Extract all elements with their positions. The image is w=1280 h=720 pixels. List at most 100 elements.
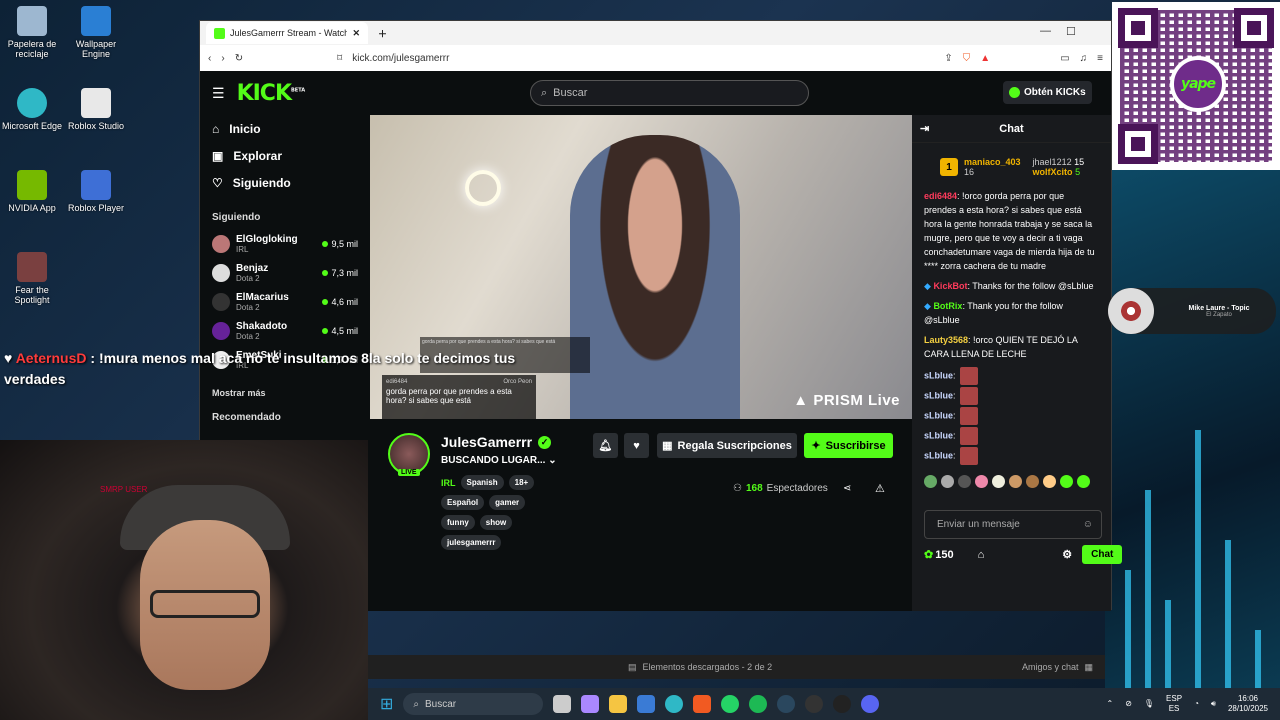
desktop-icon-roblox-studio[interactable]: Roblox Studio [64,88,128,131]
yape-logo: yape [1170,56,1226,112]
emote-icon[interactable] [1077,475,1090,488]
tag[interactable]: gamer [489,495,526,510]
maximize-icon[interactable]: ☐ [1066,25,1076,38]
collapse-chat-icon[interactable]: ⇥ [920,122,929,135]
desktop-icon-wallpaper-engine[interactable]: Wallpaper Engine [64,6,128,59]
chat-input[interactable]: Enviar un mensaje ☺ [924,510,1102,539]
xbox-icon[interactable] [805,695,824,713]
tag[interactable]: Español [441,495,485,510]
copilot-icon[interactable] [581,695,600,713]
store-icon[interactable] [637,695,656,713]
following-item[interactable]: Shakadoto Dota 2 4,5 mil [200,316,370,345]
share-icon[interactable]: ⇪ [944,53,952,64]
clock[interactable]: 16:06 28/10/2025 [1228,694,1268,714]
file-explorer-icon[interactable] [609,695,628,713]
nav-explorar[interactable]: ▣ Explorar [200,142,370,169]
desktop-icon-fear-the-spotlight[interactable]: Fear the Spotlight [0,252,64,305]
following-item[interactable]: ElMacarius Dota 2 4,6 mil [200,287,370,316]
start-icon[interactable]: ⊞ [380,694,393,714]
follow-button[interactable]: ♥ [624,433,649,458]
edge-icon[interactable] [665,695,684,713]
mic-icon[interactable]: 🎙︎ [1144,699,1154,709]
menu-icon[interactable]: ≡ [1097,53,1103,64]
nav-inicio[interactable]: ⌂ Inicio [200,115,370,142]
kick-logo[interactable]: KICKBETA [237,81,306,106]
tag[interactable]: 18+ [508,475,535,490]
steam-icon[interactable] [777,695,796,713]
desktop-icon-edge[interactable]: Microsoft Edge [0,88,64,131]
chat-message: Lauty3568: !orco QUIEN TE DEJÓ LA CARA L… [924,335,1078,359]
chat-icon[interactable]: ▦ [1084,662,1093,673]
bookmark-icon[interactable]: ⌑ [337,53,342,64]
tab-bar: JulesGamerrr Stream - Watch ✕ ＋ — ☐ [200,21,1111,45]
emote-icon[interactable] [975,475,988,488]
subscribe-button[interactable]: ✦ Suscribirse [804,433,893,458]
music-icon[interactable]: ♫ [1080,53,1088,64]
category-link[interactable]: IRL [441,478,456,488]
tag[interactable]: Spanish [460,475,504,490]
minimize-icon[interactable]: — [1040,25,1051,37]
new-tab-icon[interactable]: ＋ [378,27,387,40]
chat-message: sLblue: [924,447,1099,465]
brave-shield-icon[interactable]: ⛉ [963,53,971,64]
send-chat-button[interactable]: Chat [1082,545,1123,564]
hamburger-menu-icon[interactable]: ☰ [212,85,225,102]
desktop-icon-recycle-bin[interactable]: Papelera de reciclaje [0,6,64,59]
notifications-button[interactable]: 🔔︎ [593,433,618,458]
settings-icon[interactable]: ⚙ [1062,548,1072,561]
emote-icon[interactable] [924,475,937,488]
task-view-icon[interactable] [553,695,572,713]
tag[interactable]: show [479,515,513,530]
chat-message: sLblue: [924,387,1099,405]
emote-icon[interactable] [1026,475,1039,488]
volume-icon[interactable]: 🔊︎ [1211,699,1216,709]
rewards-icon[interactable]: ▲ [980,53,990,64]
tag[interactable]: funny [441,515,475,530]
chevron-up-icon[interactable]: ⌃ [1106,699,1113,709]
emote-icon[interactable] [1060,475,1073,488]
desktop-icon-roblox-player[interactable]: Roblox Player [64,170,128,213]
emote-icon[interactable] [1009,475,1022,488]
following-heading: Siguiendo [212,212,261,223]
prism-live-watermark: ▲ PRISM Live [793,392,900,409]
address-bar: ‹ › ↻ ⌑ kick.com/julesgamerrr ⇪ ⛉ ▲ ▭ ♫ … [200,45,1111,71]
search-icon: ⌕ [413,698,420,710]
following-item[interactable]: ElGlogloking IRL 9,5 mil [200,229,370,258]
gift-subs-button[interactable]: ▦ Regala Suscripciones [657,433,797,458]
chat-message: sLblue: [924,367,1099,385]
chevron-down-icon[interactable]: ⌄ [548,455,556,466]
get-kicks-button[interactable]: Obtén KICKs [1003,81,1092,104]
url-field[interactable]: kick.com/julesgamerrr [352,53,934,64]
obs-icon[interactable] [833,695,852,713]
emoji-icon[interactable]: ☺ [1083,519,1093,530]
store-icon[interactable]: ⌂ [978,549,985,561]
brave-icon[interactable] [693,695,712,713]
emote-icon[interactable] [992,475,1005,488]
report-icon[interactable]: ⚠ [875,482,885,495]
emote-icon[interactable] [941,475,954,488]
sidebar-icon[interactable]: ▭ [1060,53,1069,64]
nav-siguiendo[interactable]: ♡ Siguiendo [200,169,370,196]
wifi-icon[interactable]: ◔ [1194,699,1199,709]
search-input[interactable]: ⌕ Buscar [530,80,809,106]
reload-icon[interactable]: ↻ [235,53,243,64]
browser-tab[interactable]: JulesGamerrr Stream - Watch ✕ [206,22,368,44]
whatsapp-icon[interactable] [721,695,740,713]
forward-icon[interactable]: › [221,53,224,64]
language-indicator[interactable]: ESP ES [1166,694,1182,714]
spotify-icon[interactable] [749,695,768,713]
share-icon[interactable]: ⋖ [843,483,851,494]
discord-icon[interactable] [861,695,880,713]
kick-coin-icon [1009,87,1020,98]
emote-icon[interactable] [1043,475,1056,488]
tag[interactable]: julesgamerrr [441,535,502,550]
desktop-icon-nvidia-app[interactable]: NVIDIA App [0,170,64,213]
following-item[interactable]: Benjaz Dota 2 7,3 mil [200,258,370,287]
chat-panel: ⇥ Chat 1 maniaco_403 16 jhael1212 15 wolfX… [912,115,1123,611]
notifications-off-icon[interactable]: ⊘ [1125,699,1132,709]
taskbar-search[interactable]: ⌕ Buscar [403,693,544,715]
emote-icon[interactable] [958,475,971,488]
streamer-name[interactable]: JulesGamerrr ✓ [441,434,552,450]
close-tab-icon[interactable]: ✕ [352,28,360,39]
back-icon[interactable]: ‹ [208,53,211,64]
